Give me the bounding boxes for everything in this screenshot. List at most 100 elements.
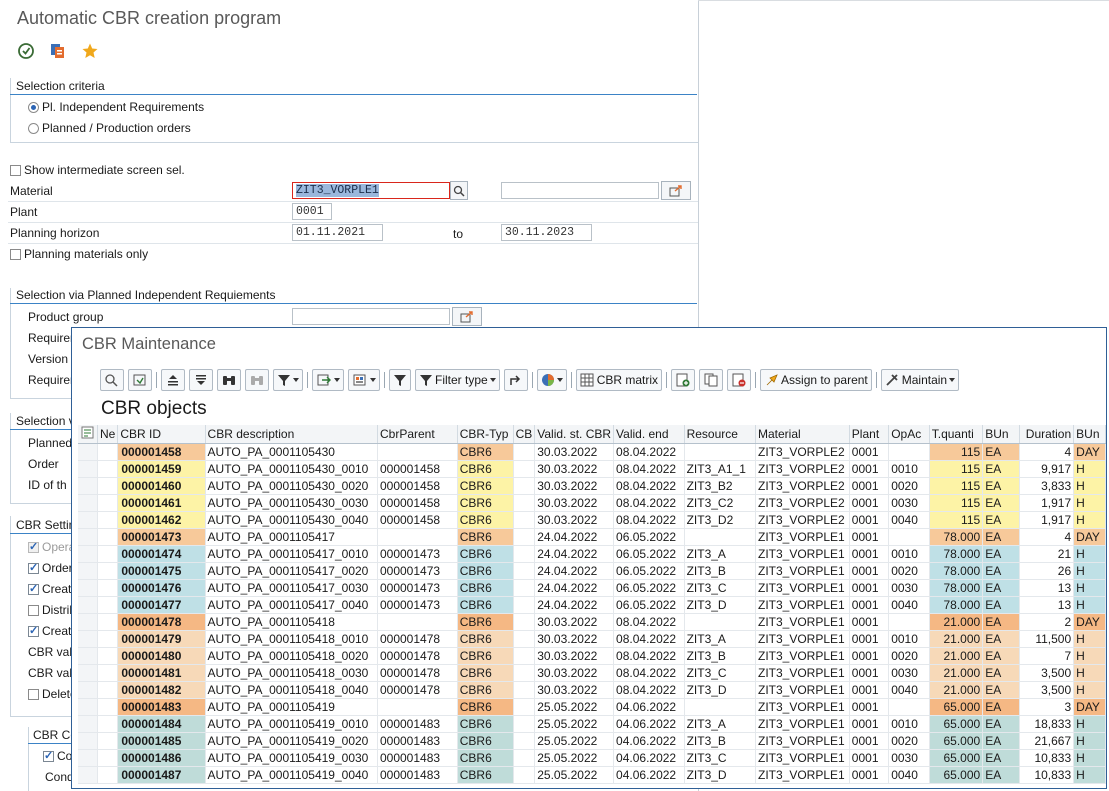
filter-dropdown-button[interactable] (273, 369, 303, 391)
layout-button[interactable] (348, 369, 380, 391)
table-row[interactable]: 000001475 AUTO_PA_0001105417_0020 00000147… (78, 562, 1106, 580)
variants-icon[interactable] (46, 39, 70, 63)
table-row[interactable]: 000001478 AUTO_PA_0001105418 CBR6 30.03.202… (78, 613, 1106, 631)
resource-cell: ZIT3_C (684, 749, 756, 767)
resource-cell: ZIT3_C2 (684, 494, 756, 512)
drilldown-button[interactable] (503, 369, 528, 391)
table-row[interactable]: 000001460 AUTO_PA_0001105430_0020 00000145… (78, 477, 1106, 495)
col-header[interactable]: Valid. st. CBR (534, 425, 615, 444)
details-button[interactable] (100, 369, 124, 391)
table-row[interactable]: 000001477 AUTO_PA_0001105417_0040 00000147… (78, 596, 1106, 614)
col-header[interactable]: BUn (1073, 425, 1106, 444)
material-input[interactable]: ZIT3_VORPLE1 (292, 182, 450, 199)
bun-cell: EA (982, 647, 1020, 665)
col-header[interactable]: Resource (684, 425, 756, 444)
chart-button[interactable] (536, 369, 567, 391)
bun-cell: EA (982, 477, 1020, 495)
col-header[interactable]: Ne (97, 425, 119, 444)
filter-button[interactable] (389, 369, 411, 391)
col-header[interactable]: Plant (849, 425, 890, 444)
valid-end-cell: 06.05.2022 (613, 579, 685, 597)
plant-input[interactable]: 0001 (292, 203, 332, 220)
resource-cell: ZIT3_A1_1 (684, 460, 756, 478)
cbr-parent-cell (377, 528, 458, 546)
cb-cell (513, 647, 536, 665)
col-header[interactable]: OpAc (888, 425, 930, 444)
col-header[interactable]: T.quanti (929, 425, 984, 444)
material-to-input[interactable] (501, 182, 659, 199)
cbr-matrix-button[interactable]: CBR matrix (575, 369, 663, 391)
product-group-input[interactable] (292, 308, 450, 325)
radio-planned-orders[interactable] (28, 123, 39, 134)
col-header[interactable]: CBR-Typ (457, 425, 514, 444)
horizon-to-input[interactable]: 30.11.2023 (501, 224, 592, 241)
opac-cell (888, 613, 930, 631)
col-header[interactable]: Duration (1019, 425, 1075, 444)
maintain-button[interactable]: Maintain (880, 369, 960, 391)
create-checkbox[interactable] (28, 582, 39, 595)
radio-pir[interactable] (28, 102, 39, 113)
create-2-checkbox[interactable] (28, 624, 39, 637)
opac-cell: 0030 (888, 494, 930, 512)
delete-row-button[interactable] (727, 369, 752, 391)
sort-descending-button[interactable] (189, 369, 213, 391)
table-row[interactable]: 000001476 AUTO_PA_0001105417_0030 00000147… (78, 579, 1106, 597)
refresh-button[interactable] (128, 369, 152, 391)
cb-cell (513, 545, 536, 563)
show-intermediate-checkbox[interactable] (10, 165, 21, 176)
add-row-button[interactable] (671, 369, 696, 391)
horizon-from-input[interactable]: 01.11.2021 (292, 224, 383, 241)
find-button[interactable] (217, 369, 241, 391)
table-row[interactable]: 000001484 AUTO_PA_0001105419_0010 00000148… (78, 715, 1106, 733)
table-row[interactable]: 000001461 AUTO_PA_0001105430_0030 00000145… (78, 494, 1106, 512)
planning-materials-only-label: Planning materials only (24, 247, 149, 261)
order-checkbox[interactable] (28, 561, 39, 574)
table-row[interactable]: 000001487 AUTO_PA_0001105419_0040 00000148… (78, 766, 1106, 784)
col-header[interactable]: CB (513, 425, 536, 444)
resource-cell: ZIT3_D2 (684, 511, 756, 529)
planning-materials-only-checkbox[interactable] (10, 249, 21, 260)
find-next-button[interactable] (245, 369, 269, 391)
table-row[interactable]: 000001462 AUTO_PA_0001105430_0040 00000145… (78, 511, 1106, 529)
cbr-description-cell: AUTO_PA_0001105417_0030 (205, 579, 378, 597)
delete-checkbox[interactable] (28, 689, 39, 700)
operations-checkbox[interactable] (28, 540, 39, 553)
col-header[interactable]: Valid. end (613, 425, 685, 444)
col-header[interactable]: Material (755, 425, 850, 444)
select-all-icon[interactable] (78, 425, 98, 444)
co-checkbox[interactable] (43, 749, 54, 762)
col-header[interactable]: CBR ID (117, 425, 206, 444)
cbr-type-cell: CBR6 (457, 732, 514, 750)
valid-start-cell: 24.04.2022 (534, 528, 615, 546)
export-button[interactable] (312, 369, 344, 391)
opac-cell: 0020 (888, 562, 930, 580)
resource-cell: ZIT3_B (684, 562, 756, 580)
opac-cell: 0040 (888, 681, 930, 699)
table-row[interactable]: 000001480 AUTO_PA_0001105418_0020 00000147… (78, 647, 1106, 665)
table-row[interactable]: 000001474 AUTO_PA_0001105417_0010 00000147… (78, 545, 1106, 563)
col-header[interactable]: CbrParent (377, 425, 458, 444)
material-search-button[interactable] (450, 181, 468, 200)
col-header[interactable]: CBR description (205, 425, 378, 444)
assign-to-parent-button[interactable]: Assign to parent (760, 369, 872, 391)
favorite-star-icon[interactable] (78, 39, 102, 63)
target-quantity-cell: 65.000 (929, 766, 984, 784)
table-row[interactable]: 000001485 AUTO_PA_0001105419_0020 00000148… (78, 732, 1106, 750)
cbr-id-cell: 000001462 (117, 511, 206, 529)
copy-button[interactable] (699, 369, 724, 391)
distribute-checkbox[interactable] (28, 605, 39, 616)
execute-icon[interactable] (14, 39, 38, 63)
table-row[interactable]: 000001483 AUTO_PA_0001105419 CBR6 25.05.202… (78, 698, 1106, 716)
table-row[interactable]: 000001458 AUTO_PA_0001105430 CBR6 30.03.202… (78, 443, 1106, 461)
table-row[interactable]: 000001479 AUTO_PA_0001105418_0010 00000147… (78, 630, 1106, 648)
table-row[interactable]: 000001486 AUTO_PA_0001105419_0030 00000148… (78, 749, 1106, 767)
table-row[interactable]: 000001473 AUTO_PA_0001105417 CBR6 24.04.202… (78, 528, 1106, 546)
table-row[interactable]: 000001459 AUTO_PA_0001105430_0010 00000145… (78, 460, 1106, 478)
table-row[interactable]: 000001481 AUTO_PA_0001105418_0030 00000147… (78, 664, 1106, 682)
filter-type-button[interactable]: Filter type (415, 369, 500, 391)
product-group-multiple-selection-button[interactable] (452, 307, 482, 326)
sort-ascending-button[interactable] (161, 369, 185, 391)
material-multiple-selection-button[interactable] (661, 181, 691, 200)
col-header[interactable]: BUn (982, 425, 1020, 444)
table-row[interactable]: 000001482 AUTO_PA_0001105418_0040 00000147… (78, 681, 1106, 699)
